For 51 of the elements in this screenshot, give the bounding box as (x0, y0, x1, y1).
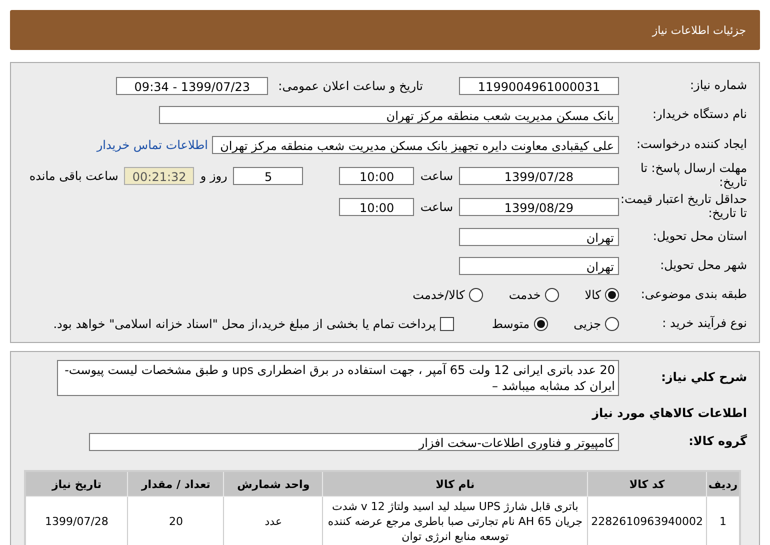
field-label: شرح کلي نیاز: (660, 371, 747, 385)
table-cell: 1 (706, 496, 740, 545)
remaining-label: ساعت باقی مانده (29, 168, 118, 182)
table-cell: عدد (224, 496, 323, 545)
field-label: استان محل تحویل: (652, 230, 747, 244)
deadline-time-field: 10:00 (339, 166, 414, 184)
column-header: نام کالا (322, 471, 588, 496)
field-label: شماره نیاز: (689, 78, 747, 92)
table-cell: باتری قابل شارژ UPS سیلد لید اسید ولتاژ 12 v شدت جریان 65 AH نام تجارتی صبا باطری مرجع عرضه کننده توسعه منابع انرژی توان (322, 496, 588, 545)
province-field: تهران (459, 228, 619, 246)
category-radio[interactable]: کالا (584, 288, 619, 302)
field-label: مهلت ارسال پاسخ: تا تاریخ: (639, 162, 747, 190)
time-label: ساعت (420, 168, 453, 182)
column-header: واحد شمارش (224, 471, 323, 496)
section-title: اطلاعات کالاهاي مورد نیاز (592, 406, 747, 420)
remaining-time-field: 00:21:32 (124, 166, 194, 184)
description-field: 20 عدد باتری ایرانی 12 ولت 65 آمپر ، جهت استفاده در برق اضطراری ups و طبق مشخصات لیست پیوست- ایران کد مشابه میباشد – (57, 360, 619, 396)
announce-date-field: 1399/07/23 - 09:34 (116, 76, 268, 94)
table-cell: 2282610963940002 (588, 496, 707, 545)
days-field: 5 (233, 166, 304, 184)
category-radio[interactable]: خدمت (508, 288, 559, 302)
field-label: نام دستگاه خریدار: (652, 108, 747, 122)
field-label: گروه کالا: (688, 434, 747, 448)
field-label: نوع فرآیند خرید : (661, 316, 747, 330)
city-field: تهران (459, 256, 619, 274)
field-label: حداقل تاریخ اعتبار قیمت: تا تاریخ: (619, 192, 747, 220)
time-label: ساعت (420, 200, 453, 214)
requester-field: علی کیقبادی معاونت دایره تجهیز بانک مسکن مدیریت شعب منطقه مرکز تهران (212, 136, 619, 154)
category-radio[interactable]: کالا/خدمت (412, 288, 483, 302)
process-radio[interactable]: متوسط (492, 316, 548, 330)
validity-date-field: 1399/08/29 (459, 198, 619, 216)
field-label: شهر محل تحویل: (659, 258, 747, 272)
field-label: طبقه بندی موضوعی: (640, 288, 747, 302)
column-header: ردیف (706, 471, 740, 496)
process-radio[interactable]: جزیی (574, 316, 619, 330)
need-number-field: 1199004961000031 (459, 76, 619, 94)
field-label: ایجاد کننده درخواست: (635, 138, 747, 152)
payment-checkbox[interactable]: پرداخت تمام یا بخشی از مبلغ خرید،از محل "اسناد خزانه اسلامی" خواهد بود. (53, 316, 454, 330)
page-title: جزئیات اطلاعات نیاز (652, 24, 746, 36)
field-label: تاریخ و ساعت اعلان عمومی: (278, 78, 423, 92)
table-cell: 1399/07/28 (25, 496, 128, 545)
validity-time-field: 10:00 (339, 198, 414, 216)
table-cell: 20 (128, 496, 224, 545)
column-header: تعداد / مقدار (128, 471, 224, 496)
buyer-field: بانک مسکن مدیریت شعب منطقه مرکز تهران (159, 106, 619, 124)
column-header: کد کالا (588, 471, 707, 496)
deadline-date-field: 1399/07/28 (459, 166, 619, 184)
goods-group-field: کامپیوتر و فناوری اطلاعات-سخت افزار (89, 432, 619, 450)
column-header: تاریخ نیاز (25, 471, 128, 496)
days-label: روز و (200, 168, 228, 182)
contact-link[interactable]: اطلاعات تماس خریدار (96, 138, 208, 152)
